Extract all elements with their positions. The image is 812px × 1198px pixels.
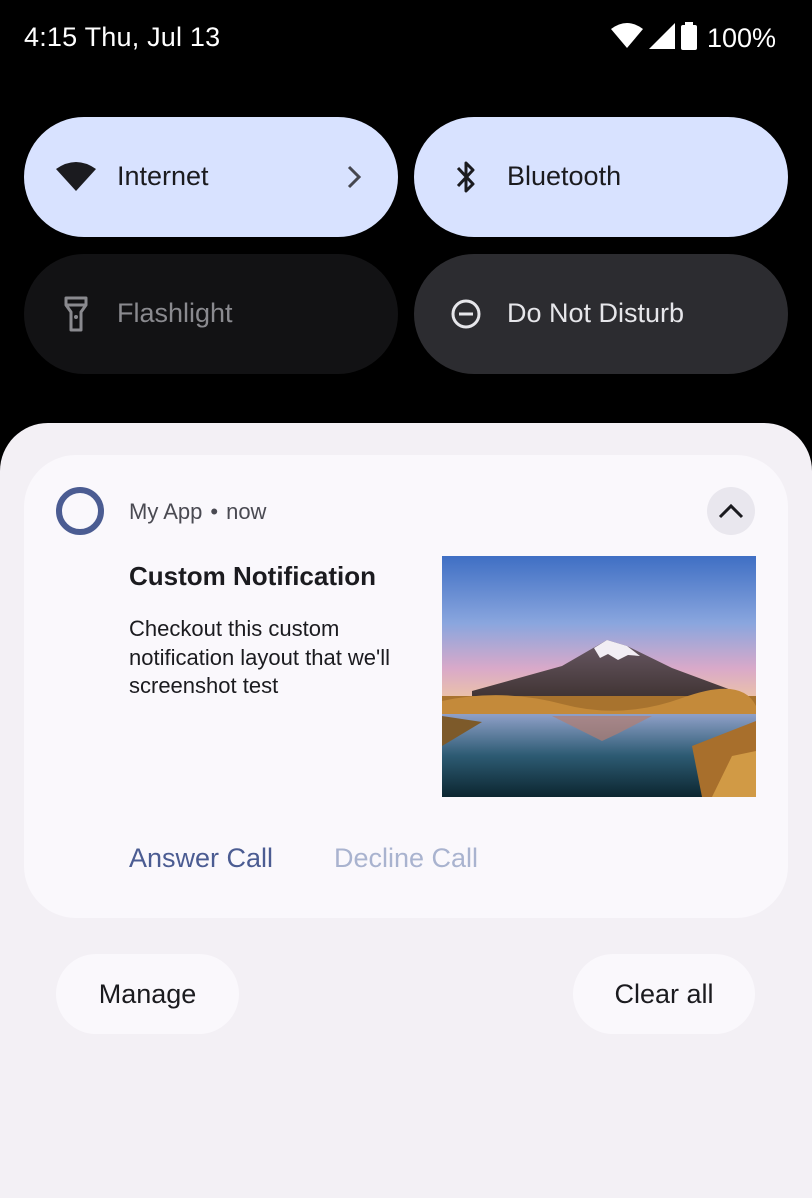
cellular-signal-icon <box>648 22 675 54</box>
app-icon <box>56 487 104 535</box>
wifi-icon <box>610 22 643 54</box>
tile-label: Internet <box>117 161 209 191</box>
chevron-right-icon <box>342 163 366 191</box>
tile-do-not-disturb[interactable]: Do Not Disturb <box>414 254 788 374</box>
notification-time: now <box>226 499 267 524</box>
notification-body: Checkout this custom notification layout… <box>129 616 391 698</box>
tile-internet[interactable]: Internet <box>24 117 398 237</box>
mountain-lake-image <box>442 556 756 797</box>
do-not-disturb-icon <box>446 294 486 334</box>
tile-label: Bluetooth <box>507 161 622 191</box>
battery-percentage: 100% <box>706 22 776 53</box>
status-time-date: 4:15 Thu, Jul 13 <box>24 22 221 52</box>
notification-title: Custom Notification <box>129 561 376 591</box>
manage-button[interactable]: Manage <box>56 954 239 1034</box>
flashlight-icon <box>56 294 96 334</box>
status-bar: 4:15 Thu, Jul 13 100% <box>0 0 812 76</box>
clear-all-button[interactable]: Clear all <box>573 954 755 1034</box>
chevron-up-icon <box>718 503 744 519</box>
battery-icon <box>680 21 697 55</box>
notification-card[interactable]: My App • now Custom Notification Checkout … <box>24 455 788 918</box>
tile-label: Flashlight <box>117 298 233 328</box>
app-name: My App <box>129 499 203 524</box>
wifi-icon <box>56 157 96 197</box>
header-separator: • <box>210 499 219 524</box>
tile-bluetooth[interactable]: Bluetooth <box>414 117 788 237</box>
bluetooth-icon <box>446 157 486 197</box>
decline-call-button[interactable]: Decline Call <box>334 843 478 874</box>
status-icons: 100% <box>610 21 776 55</box>
notification-header: My App • now <box>129 499 266 525</box>
tile-flashlight[interactable]: Flashlight <box>24 254 398 374</box>
tile-label: Do Not Disturb <box>507 298 685 328</box>
collapse-button[interactable] <box>707 487 755 535</box>
answer-call-button[interactable]: Answer Call <box>129 843 273 874</box>
